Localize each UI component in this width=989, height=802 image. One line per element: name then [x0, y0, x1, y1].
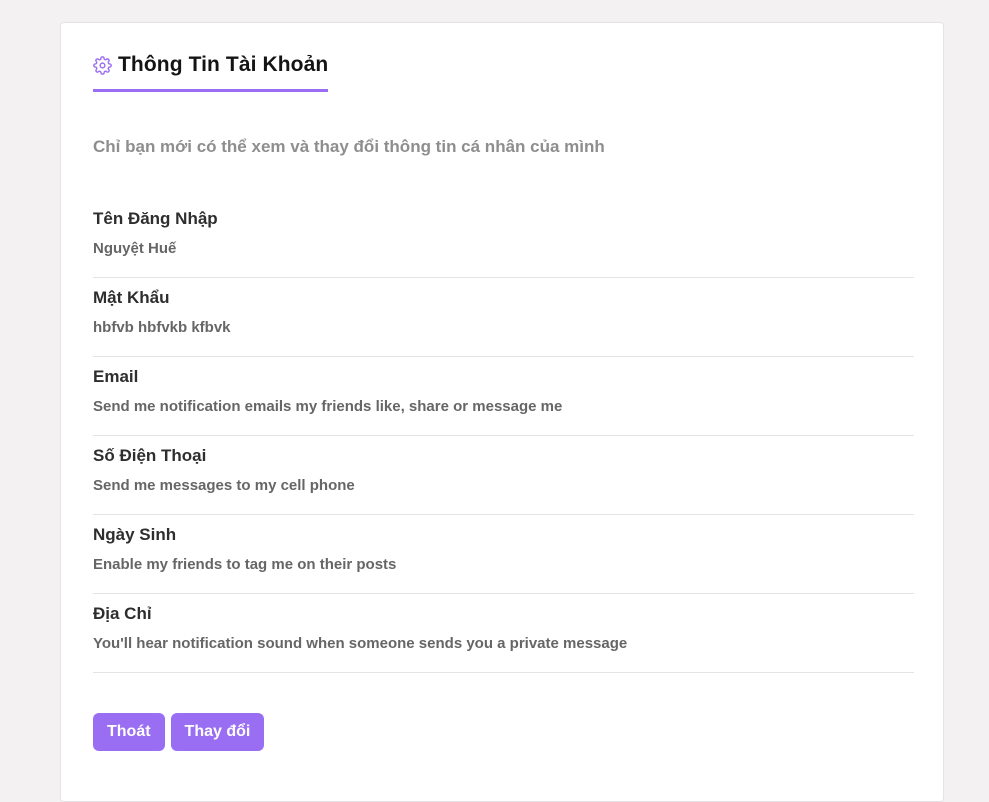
field-label: Địa Chỉ — [93, 604, 152, 623]
field-label: Ngày Sinh — [93, 525, 177, 544]
gear-icon — [93, 55, 112, 75]
field-email: Email Send me notification emails my fri… — [93, 357, 914, 436]
account-info-card: Thông Tin Tài Khoản Chỉ bạn mới có thể x… — [60, 22, 944, 802]
field-value: Send me notification emails my friends l… — [93, 398, 563, 415]
field-password: Mật Khẩu hbfvb hbfvkb kfbvk — [93, 278, 914, 357]
field-birthday: Ngày Sinh Enable my friends to tag me on… — [93, 515, 914, 594]
field-username: Tên Đăng Nhập Nguyệt Huế — [93, 199, 914, 278]
action-buttons: Thoát Thay đổi — [93, 713, 265, 751]
info-field-list: Tên Đăng Nhập Nguyệt Huế Mật Khẩu hbfvb … — [93, 199, 914, 673]
page-title: Thông Tin Tài Khoản — [118, 53, 329, 76]
field-value: Send me messages to my cell phone — [93, 477, 355, 494]
page-header: Thông Tin Tài Khoản — [93, 53, 329, 92]
field-label: Số Điện Thoại — [93, 446, 207, 465]
exit-button[interactable]: Thoát — [93, 713, 165, 751]
field-label: Email — [93, 367, 139, 386]
field-label: Tên Đăng Nhập — [93, 209, 218, 228]
page-subtitle: Chỉ bạn mới có thể xem và thay đổi thông… — [93, 137, 605, 156]
field-value: Nguyệt Huế — [93, 240, 177, 257]
change-button[interactable]: Thay đổi — [170, 713, 265, 751]
field-value: You'll hear notification sound when some… — [93, 635, 628, 652]
field-value: hbfvb hbfvkb kfbvk — [93, 319, 231, 336]
field-label: Mật Khẩu — [93, 288, 170, 307]
field-address: Địa Chỉ You'll hear notification sound w… — [93, 594, 914, 673]
field-phone: Số Điện Thoại Send me messages to my cel… — [93, 436, 914, 515]
field-value: Enable my friends to tag me on their pos… — [93, 556, 397, 573]
